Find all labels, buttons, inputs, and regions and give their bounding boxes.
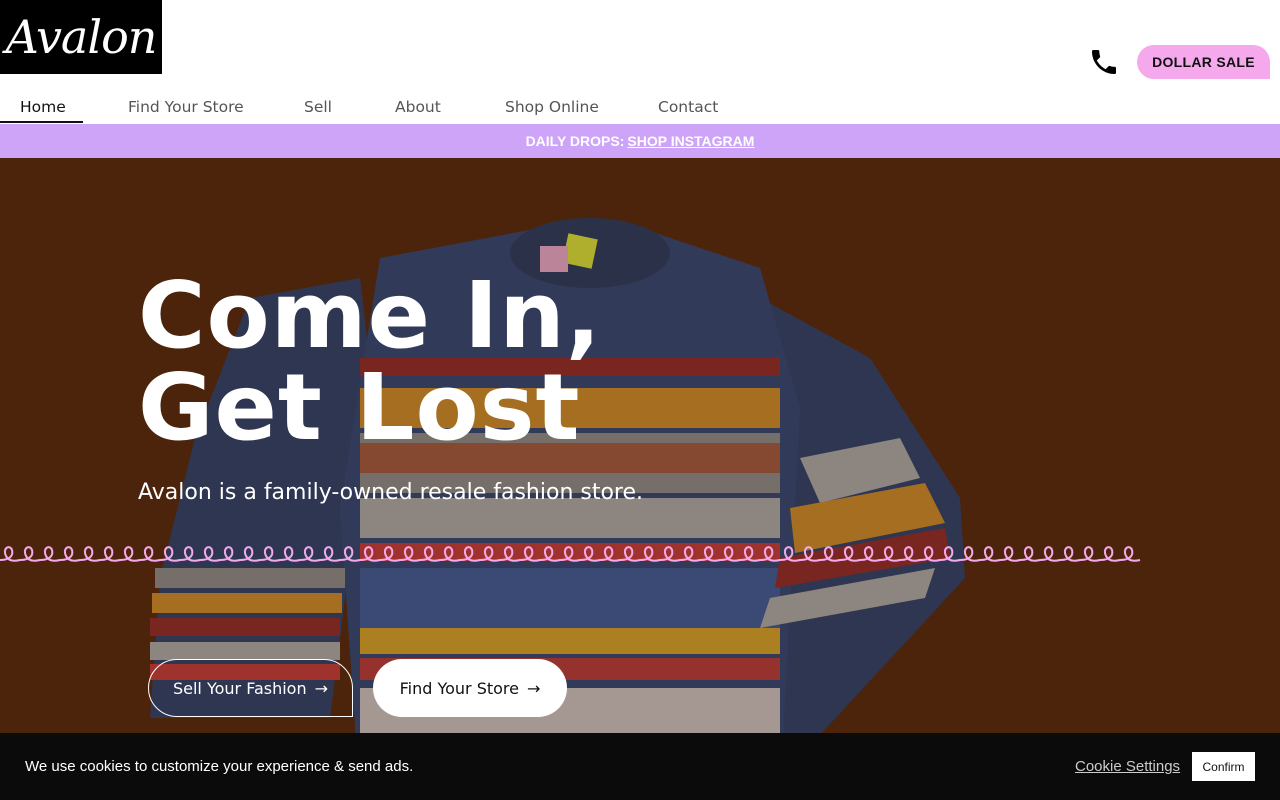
- hero-subtitle: Avalon is a family-owned resale fashion …: [138, 480, 644, 505]
- cookie-message: We use cookies to customize your experie…: [25, 758, 414, 775]
- cookie-confirm-button[interactable]: Confirm: [1192, 752, 1255, 781]
- active-nav-underline: [0, 121, 83, 123]
- hero-title: Come In, Get Lost: [138, 270, 602, 454]
- cookie-settings-link[interactable]: Cookie Settings: [1075, 758, 1180, 775]
- find-your-store-button[interactable]: Find Your Store →: [373, 659, 567, 717]
- hero-title-line-1: Come In,: [138, 262, 602, 369]
- main-nav: Home Find Your Store Sell About Shop Onl…: [0, 94, 760, 124]
- sell-your-fashion-label: Sell Your Fashion: [172, 678, 307, 698]
- hero-section: Come In, Get Lost Avalon is a family-own…: [0, 158, 1280, 800]
- arrow-right-icon: →: [314, 678, 328, 698]
- hero-title-line-2: Get Lost: [138, 354, 581, 461]
- page: Avalon DOLLAR SALE Home Find Your Store …: [0, 0, 1280, 800]
- squiggle-decoration: [0, 546, 1141, 562]
- nav-item-find-your-store[interactable]: Find Your Store: [128, 98, 244, 116]
- nav-item-contact[interactable]: Contact: [658, 98, 718, 116]
- nav-item-sell[interactable]: Sell: [304, 98, 332, 116]
- nav-item-home[interactable]: Home: [20, 98, 66, 116]
- sell-your-fashion-button[interactable]: Sell Your Fashion →: [148, 659, 353, 717]
- avalon-logo[interactable]: Avalon: [0, 0, 162, 74]
- nav-item-shop-online[interactable]: Shop Online: [505, 98, 599, 116]
- cookie-banner: We use cookies to customize your experie…: [0, 733, 1280, 800]
- find-your-store-label: Find Your Store: [399, 678, 519, 698]
- announcement-bar: DAILY DROPS: SHOP INSTAGRAM: [0, 124, 1280, 158]
- arrow-right-icon: →: [527, 678, 541, 698]
- squiggle-line: [0, 546, 1141, 562]
- nav-item-about[interactable]: About: [395, 98, 441, 116]
- announcement-prefix: DAILY DROPS:: [525, 133, 625, 149]
- phone-icon[interactable]: [1088, 46, 1120, 78]
- shop-instagram-link[interactable]: SHOP INSTAGRAM: [627, 133, 754, 149]
- dollar-sale-button[interactable]: DOLLAR SALE: [1137, 45, 1270, 79]
